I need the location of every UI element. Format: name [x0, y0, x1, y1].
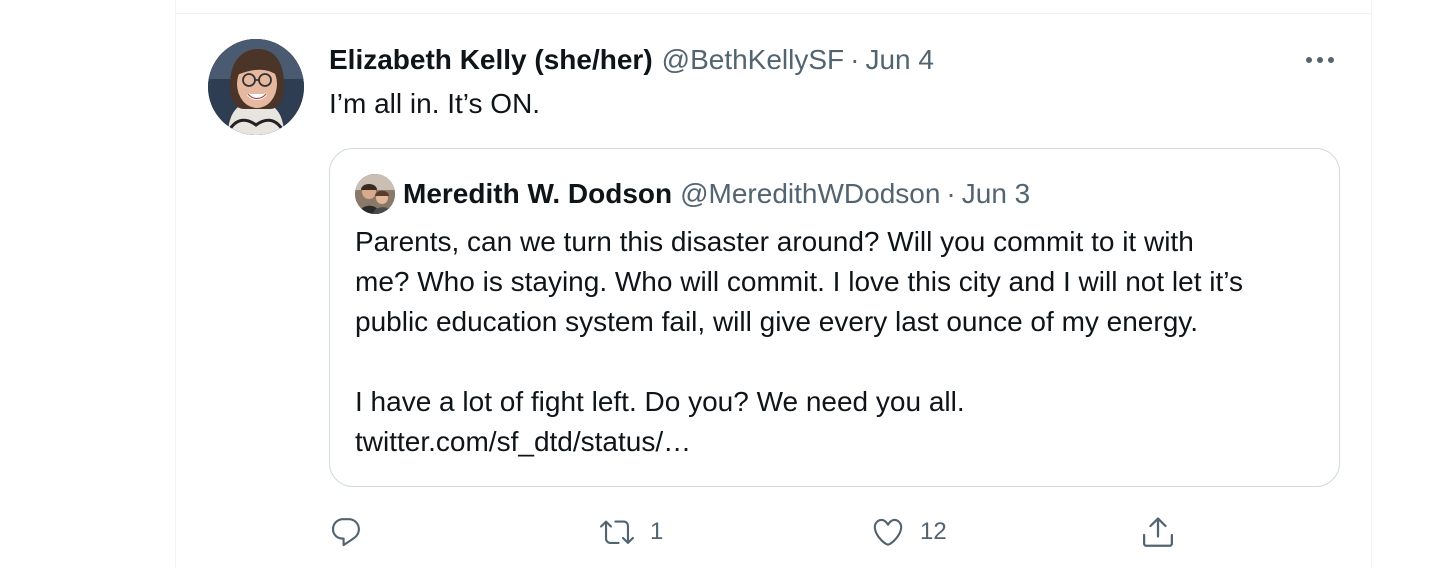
tweet-header: Elizabeth Kelly (she/her) @BethKellySF ·…	[329, 42, 934, 78]
quoted-text-line: public education system fail, will give …	[355, 306, 1198, 337]
quoted-author-avatar	[355, 174, 395, 214]
more-horizontal-icon	[1306, 57, 1334, 63]
quoted-text-line: I have a lot of fight left. Do you? We n…	[355, 386, 965, 417]
separator-dot: ·	[850, 44, 860, 75]
reply-button[interactable]	[329, 510, 363, 554]
quoted-tweet-card[interactable]: Meredith W. Dodson @MeredithWDodson · Ju…	[329, 148, 1340, 487]
avatar-image	[208, 39, 304, 135]
divider	[176, 13, 1371, 14]
share-icon	[1143, 517, 1173, 547]
quoted-text-line: me? Who is staying. Who will commit. I l…	[355, 266, 1243, 297]
quoted-tweet-text: Parents, can we turn this disaster aroun…	[355, 222, 1330, 462]
separator-dot: ·	[946, 178, 956, 209]
author-handle[interactable]: @BethKellySF	[662, 44, 845, 76]
tweet-date[interactable]: Jun 4	[865, 44, 934, 76]
quoted-text-line: Parents, can we turn this disaster aroun…	[355, 226, 1194, 257]
retweet-button[interactable]: 1	[598, 510, 663, 554]
quoted-author-handle: @MeredithWDodson	[680, 178, 941, 209]
like-count: 12	[920, 518, 947, 545]
like-button[interactable]: 12	[870, 510, 947, 554]
quoted-link[interactable]: twitter.com/sf_dtd/status/…	[355, 422, 1330, 462]
avatar[interactable]	[208, 39, 304, 135]
quoted-tweet-header: Meredith W. Dodson @MeredithWDodson · Ju…	[403, 176, 1030, 212]
more-options-button[interactable]	[1298, 42, 1342, 78]
retweet-icon	[600, 520, 634, 544]
reply-icon	[331, 518, 360, 547]
share-button[interactable]	[1140, 510, 1176, 554]
heart-icon	[873, 518, 903, 546]
quoted-tweet-date: Jun 3	[961, 178, 1031, 209]
retweet-count: 1	[650, 518, 664, 545]
author-display-name[interactable]: Elizabeth Kelly (she/her)	[329, 44, 653, 76]
quoted-avatar-image	[355, 174, 395, 214]
quoted-author-display-name: Meredith W. Dodson	[403, 178, 673, 209]
tweet-text: I’m all in. It’s ON.	[329, 88, 541, 119]
